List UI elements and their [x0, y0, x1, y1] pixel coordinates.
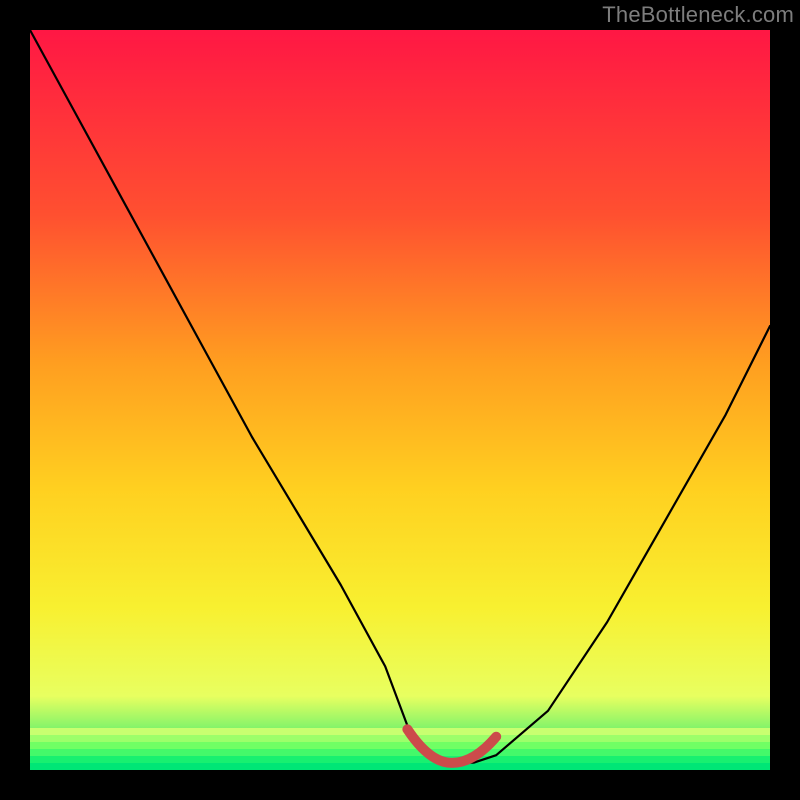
- gradient-background: [30, 30, 770, 770]
- green-band: [30, 742, 770, 749]
- bottleneck-chart: [0, 0, 800, 800]
- green-band: [30, 749, 770, 756]
- watermark-label: TheBottleneck.com: [602, 2, 794, 28]
- green-band: [30, 763, 770, 770]
- green-band: [30, 728, 770, 735]
- bottom-green-bands: [30, 728, 770, 770]
- chart-stage: TheBottleneck.com: [0, 0, 800, 800]
- green-band: [30, 735, 770, 742]
- green-band: [30, 756, 770, 763]
